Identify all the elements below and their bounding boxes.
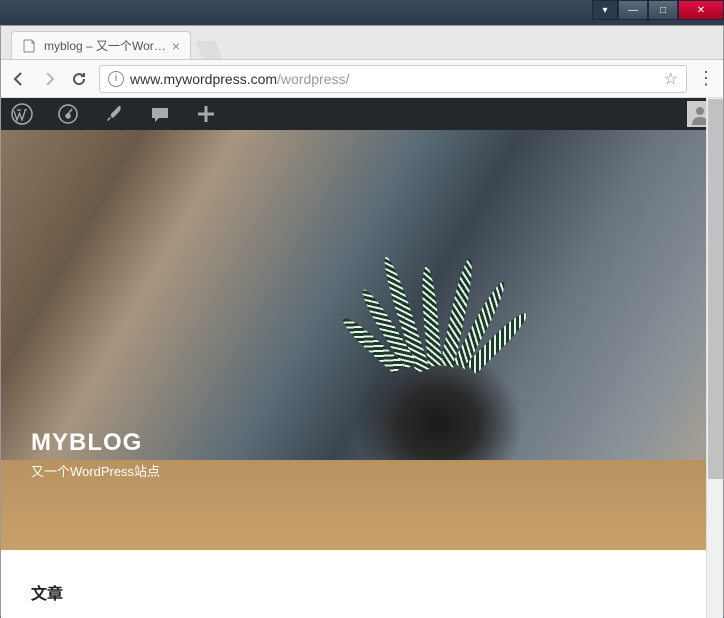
hero-image-plant <box>368 206 508 386</box>
hidden-window-control[interactable]: ▾ <box>592 0 618 20</box>
site-info-icon[interactable]: i <box>108 71 124 87</box>
comments-icon[interactable] <box>149 103 171 125</box>
bookmark-star-icon[interactable]: ☆ <box>664 69 678 89</box>
add-new-icon[interactable] <box>195 103 217 125</box>
os-titlebar: ▾ — □ ✕ <box>0 0 724 25</box>
new-tab-button[interactable] <box>196 41 223 59</box>
page-viewport: MYBLOG 又一个WordPress站点 文章 <box>1 98 723 618</box>
tab-strip: myblog – 又一个WordP × <box>1 26 723 60</box>
browser-tab[interactable]: myblog – 又一个WordP × <box>11 31 191 59</box>
dashboard-icon[interactable] <box>57 103 79 125</box>
tab-close-icon[interactable]: × <box>172 38 180 54</box>
window-controls: ▾ — □ ✕ <box>592 0 724 20</box>
scrollbar-thumb[interactable] <box>708 99 723 479</box>
back-button[interactable] <box>9 69 29 89</box>
section-heading: 文章 <box>31 580 676 604</box>
browser-menu-button[interactable]: ⋮ <box>697 68 715 89</box>
minimize-button[interactable]: — <box>618 0 648 20</box>
wp-admin-bar <box>1 98 723 130</box>
forward-button[interactable] <box>39 69 59 89</box>
vertical-scrollbar[interactable] <box>706 98 723 618</box>
reload-button[interactable] <box>69 69 89 89</box>
site-title[interactable]: MYBLOG <box>31 429 160 457</box>
hero-banner: MYBLOG 又一个WordPress站点 <box>1 130 706 550</box>
maximize-button[interactable]: □ <box>648 0 678 20</box>
tab-title: myblog – 又一个WordP <box>44 37 166 54</box>
browser-window: myblog – 又一个WordP × i www.mywordpress.co… <box>0 25 724 617</box>
site-tagline: 又一个WordPress站点 <box>31 461 160 480</box>
url-input[interactable]: i www.mywordpress.com/wordpress/ ☆ <box>99 65 687 93</box>
close-window-button[interactable]: ✕ <box>678 0 724 20</box>
url-text: www.mywordpress.com/wordpress/ <box>130 71 658 87</box>
address-bar: i www.mywordpress.com/wordpress/ ☆ ⋮ <box>1 60 723 98</box>
content-area: 文章 <box>1 550 706 618</box>
customize-brush-icon[interactable] <box>103 103 125 125</box>
wp-logo-icon[interactable] <box>11 103 33 125</box>
hero-text: MYBLOG 又一个WordPress站点 <box>31 429 160 480</box>
page-favicon-icon <box>22 38 38 54</box>
